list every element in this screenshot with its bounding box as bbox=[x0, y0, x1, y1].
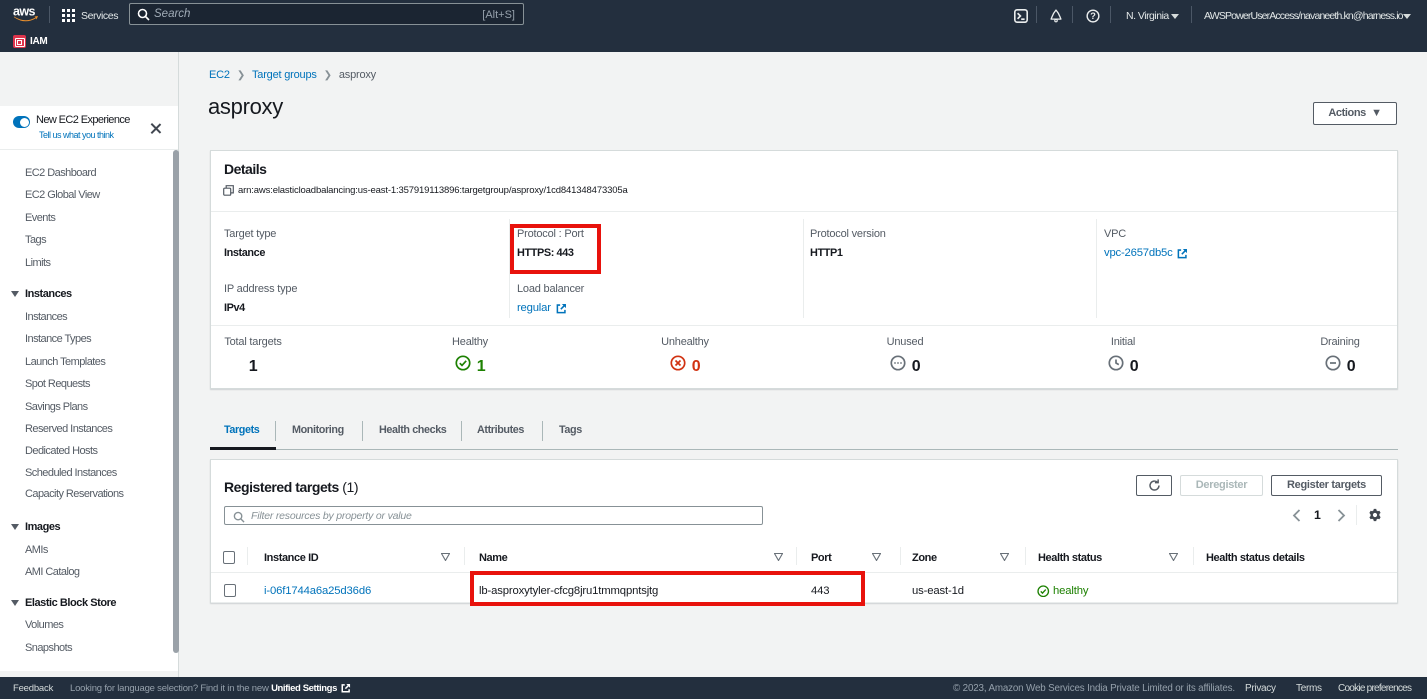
svg-text:?: ? bbox=[1090, 11, 1096, 21]
svg-text:aws: aws bbox=[13, 5, 35, 19]
